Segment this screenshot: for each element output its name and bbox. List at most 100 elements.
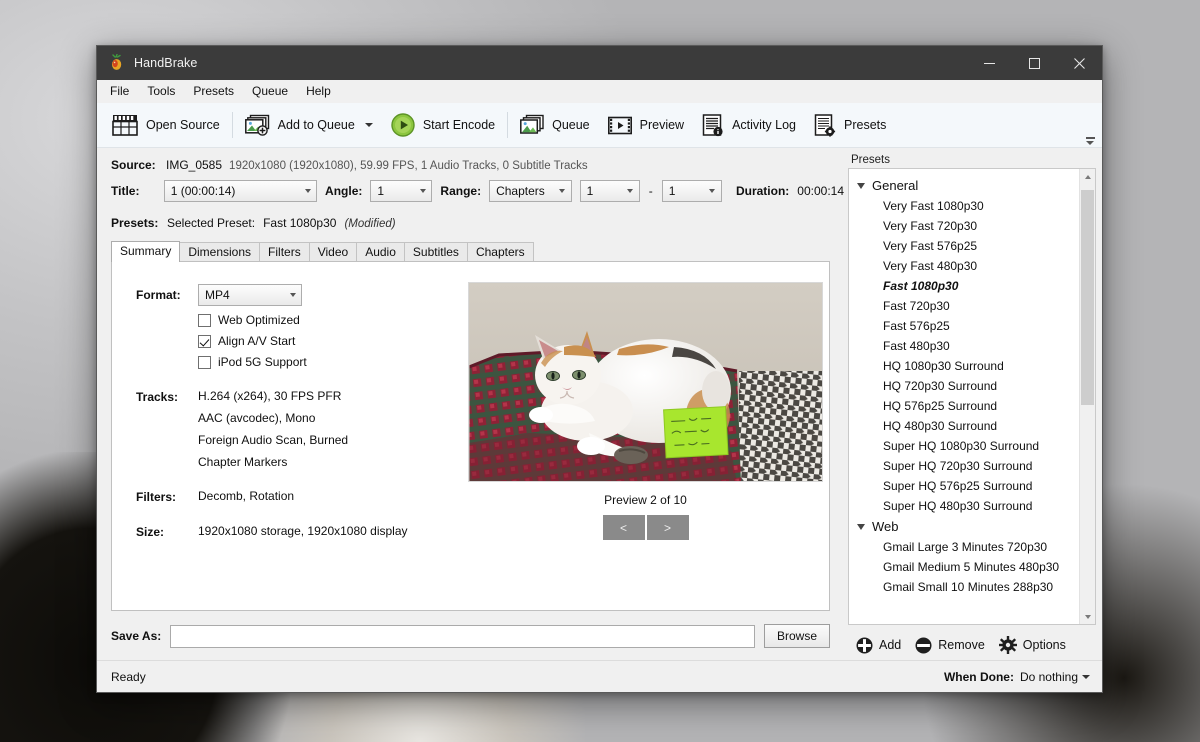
title-select[interactable]: 1 (00:00:14): [163, 180, 318, 202]
align-av-start-checkbox-row[interactable]: Align A/V Start: [198, 334, 462, 348]
angle-select[interactable]: 1: [370, 180, 433, 202]
presets-pane: Presets General Very Fast 1080p30 Very F…: [844, 148, 1102, 660]
source-details: 1920x1080 (1920x1080), 59.99 FPS, 1 Audi…: [229, 160, 588, 172]
menu-tools[interactable]: Tools: [138, 82, 184, 100]
preset-item[interactable]: Super HQ 576p25 Surround: [849, 476, 1079, 496]
ipod-5g-support-checkbox-row[interactable]: iPod 5G Support: [198, 355, 462, 369]
presets-toolbar-button[interactable]: Presets: [805, 106, 895, 144]
preset-item[interactable]: Super HQ 480p30 Surround: [849, 496, 1079, 516]
range-end-select[interactable]: 1: [661, 180, 722, 202]
preset-item[interactable]: Fast 480p30: [849, 336, 1079, 356]
format-select[interactable]: MP4: [198, 284, 302, 306]
film-clapper-icon: [112, 114, 138, 136]
preset-item[interactable]: Very Fast 720p30: [849, 216, 1079, 236]
size-label: Size:: [136, 525, 165, 539]
save-as-row: Save As: Browse: [97, 611, 844, 660]
preview-button[interactable]: Preview: [599, 106, 693, 144]
filmstrip-preview-icon: [607, 115, 632, 136]
scrollbar-track[interactable]: [1080, 184, 1095, 609]
preset-add-button[interactable]: Add: [854, 635, 907, 656]
start-encode-label: Start Encode: [422, 118, 496, 132]
minimize-icon[interactable]: [967, 46, 1012, 80]
browse-button[interactable]: Browse: [763, 624, 830, 648]
toolbar-overflow-chevron[interactable]: [1084, 131, 1096, 145]
queue-stack-icon: [520, 114, 544, 136]
selected-preset-name: Fast 1080p30: [263, 216, 337, 230]
menu-presets[interactable]: Presets: [184, 82, 243, 100]
tab-video[interactable]: Video: [308, 242, 358, 262]
menu-file[interactable]: File: [101, 82, 138, 100]
format-row: Format: MP4: [136, 284, 462, 306]
close-icon[interactable]: [1057, 46, 1102, 80]
source-row: Source: IMG_0585 1920x1080 (1920x1080), …: [97, 148, 844, 172]
handbrake-window: HandBrake File Tools Presets Queue Help: [96, 45, 1103, 693]
preset-item[interactable]: Very Fast 576p25: [849, 236, 1079, 256]
menu-help[interactable]: Help: [297, 82, 340, 100]
preset-item[interactable]: Very Fast 1080p30: [849, 196, 1079, 216]
triangle-expanded-icon: [857, 523, 865, 530]
when-done-select[interactable]: Do nothing: [1020, 670, 1090, 684]
tracks-label: Tracks:: [136, 390, 179, 404]
preset-item[interactable]: Fast 576p25: [849, 316, 1079, 336]
presets-pane-legend: Presets: [851, 154, 890, 166]
add-to-queue-button[interactable]: Add to Queue: [236, 106, 382, 144]
scroll-up-button[interactable]: [1080, 169, 1095, 184]
menu-queue[interactable]: Queue: [243, 82, 297, 100]
save-as-input[interactable]: [170, 624, 755, 648]
queue-button[interactable]: Queue: [511, 106, 599, 144]
preset-item[interactable]: Fast 720p30: [849, 296, 1079, 316]
preset-item[interactable]: Gmail Large 3 Minutes 720p30: [849, 537, 1079, 557]
preset-item[interactable]: HQ 1080p30 Surround: [849, 356, 1079, 376]
ipod-5g-support-label: iPod 5G Support: [218, 355, 307, 369]
preset-group-general[interactable]: General: [849, 175, 1079, 196]
preset-options-button[interactable]: Options: [997, 634, 1072, 656]
preset-group-web[interactable]: Web: [849, 516, 1079, 537]
tab-summary[interactable]: Summary: [111, 241, 181, 262]
filters-value: Decomb, Rotation: [198, 489, 295, 503]
plus-circle-icon: [856, 637, 873, 654]
size-section: Size: 1920x1080 storage, 1920x1080 displ…: [136, 524, 462, 539]
start-encode-button[interactable]: Start Encode: [382, 106, 504, 144]
tab-chapters[interactable]: Chapters: [466, 242, 534, 262]
ipod-5g-support-checkbox[interactable]: [198, 355, 211, 369]
preset-item[interactable]: Super HQ 720p30 Surround: [849, 456, 1079, 476]
preset-remove-button[interactable]: Remove: [913, 635, 991, 656]
chevron-down-icon[interactable]: [364, 123, 373, 127]
presets-toolbar-label: Presets: [844, 118, 887, 132]
preset-item[interactable]: Gmail Medium 5 Minutes 480p30: [849, 557, 1079, 577]
preset-item[interactable]: Very Fast 480p30: [849, 256, 1079, 276]
tab-dimensions[interactable]: Dimensions: [179, 242, 261, 262]
presets-scrollbar[interactable]: [1079, 169, 1095, 624]
preset-item[interactable]: HQ 720p30 Surround: [849, 376, 1079, 396]
open-source-button[interactable]: Open Source: [103, 106, 229, 144]
web-optimized-checkbox[interactable]: [198, 313, 211, 327]
chevron-down-icon: [299, 181, 316, 201]
preview-nav: < >: [602, 515, 689, 540]
align-av-start-checkbox[interactable]: [198, 334, 211, 348]
tab-audio[interactable]: Audio: [356, 242, 405, 262]
preset-item[interactable]: Super HQ 1080p30 Surround: [849, 436, 1079, 456]
preset-item[interactable]: HQ 480p30 Surround: [849, 416, 1079, 436]
activity-log-button[interactable]: Activity Log: [693, 106, 805, 144]
scroll-down-button[interactable]: [1080, 609, 1095, 624]
web-optimized-checkbox-row[interactable]: Web Optimized: [198, 313, 462, 327]
preset-item[interactable]: HQ 576p25 Surround: [849, 396, 1079, 416]
minus-circle-icon: [915, 637, 932, 654]
maximize-icon[interactable]: [1012, 46, 1057, 80]
track-line: H.264 (x264), 30 FPS PFR: [198, 389, 342, 403]
preview-prev-button[interactable]: <: [602, 515, 645, 540]
tab-filters[interactable]: Filters: [259, 242, 310, 262]
scrollbar-thumb[interactable]: [1081, 190, 1094, 405]
preset-item-selected[interactable]: Fast 1080p30: [849, 276, 1079, 296]
gear-icon: [998, 636, 1017, 654]
presets-actions: Add Remove Options: [848, 625, 1096, 656]
title-label: Title:: [111, 184, 140, 198]
preset-item[interactable]: Gmail Small 10 Minutes 288p30: [849, 577, 1079, 597]
range-type-select[interactable]: Chapters: [489, 180, 572, 202]
preview-next-button[interactable]: >: [646, 515, 689, 540]
range-dash: -: [648, 184, 653, 198]
tab-subtitles[interactable]: Subtitles: [403, 242, 468, 262]
angle-select-value: 1: [377, 184, 385, 198]
range-start-select[interactable]: 1: [579, 180, 640, 202]
open-source-label: Open Source: [146, 118, 220, 132]
